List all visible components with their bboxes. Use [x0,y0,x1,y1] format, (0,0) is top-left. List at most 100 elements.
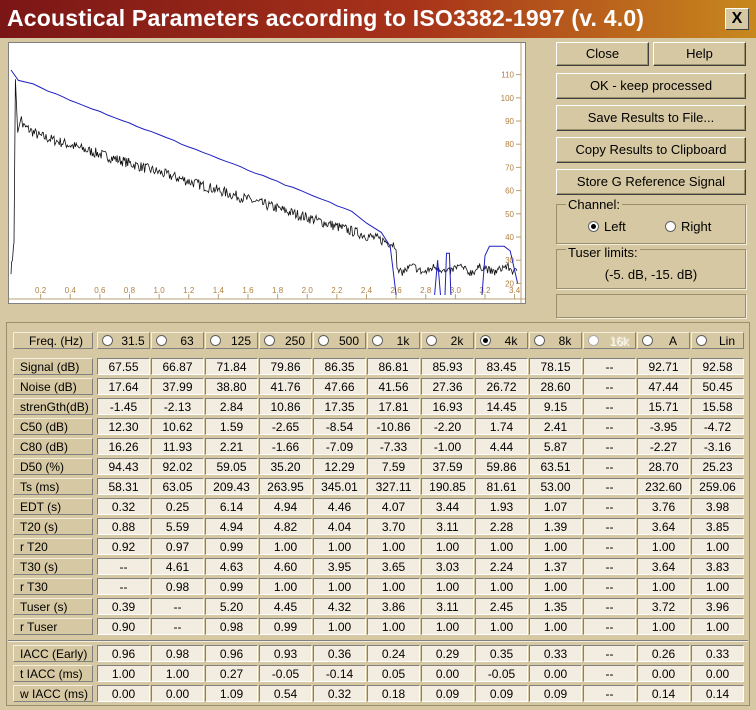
table-cell: 59.86 [475,458,528,475]
close-button[interactable]: Close [556,42,649,66]
table-cell: -8.54 [313,418,366,435]
radio-empty-icon [534,335,545,346]
table-cell: 232.60 [637,478,690,495]
table-cell: -2.27 [637,438,690,455]
table-cell: 41.56 [367,378,420,395]
table-cell: -0.14 [313,665,366,682]
table-cell: 345.01 [313,478,366,495]
freq-radio-250[interactable]: 250 [259,332,312,349]
store-reference-button[interactable]: Store G Reference Signal [556,169,746,195]
help-button[interactable]: Help [653,42,746,66]
table-cell: 37.59 [421,458,474,475]
copy-results-button[interactable]: Copy Results to Clipboard [556,137,746,163]
table-cell: -- [583,665,636,682]
table-cell: 79.86 [259,358,312,375]
table-cell: 3.83 [691,558,744,575]
table-cell: 1.00 [367,618,420,635]
freq-radio-Lin[interactable]: Lin [691,332,744,349]
y-tick-label: 60 [505,187,514,196]
freq-radio-4k[interactable]: 4k [475,332,528,349]
table-cell: 3.86 [367,598,420,615]
table-cell: 1.00 [421,618,474,635]
x-tick-label: 2.0 [302,286,314,295]
table-cell: 12.29 [313,458,366,475]
table-cell: 37.99 [151,378,204,395]
table-cell: 53.00 [529,478,582,495]
decay-curve [10,79,518,277]
title-bar: Acoustical Parameters according to ISO33… [0,0,756,38]
table-cell: 66.87 [151,358,204,375]
table-cell: 1.00 [691,538,744,555]
iacc-row-label: w IACC (ms) [13,685,93,702]
freq-radio-63[interactable]: 63 [151,332,204,349]
table-cell: 3.03 [421,558,474,575]
table-cell: 2.84 [205,398,258,415]
channel-left-radio[interactable]: Left [588,219,626,234]
row-label: EDT (s) [13,498,93,515]
table-cell: 1.59 [205,418,258,435]
x-tick-label: 1.2 [183,286,195,295]
radio-empty-icon [642,335,653,346]
table-cell: 1.00 [475,578,528,595]
table-cell: -3.16 [691,438,744,455]
x-tick-label: 2.8 [420,286,432,295]
y-tick-label: 90 [505,117,514,126]
x-tick-label: 0.6 [94,286,106,295]
table-cell: 4.32 [313,598,366,615]
table-cell: 92.71 [637,358,690,375]
close-window-icon[interactable]: X [725,8,749,30]
table-cell: 35.20 [259,458,312,475]
table-cell: 0.09 [529,685,582,702]
freq-radio-1k[interactable]: 1k [367,332,420,349]
table-cell: 0.00 [691,665,744,682]
freq-radio-8k[interactable]: 8k [529,332,582,349]
table-cell: 1.00 [313,538,366,555]
freq-radio-31.5[interactable]: 31.5 [97,332,150,349]
freq-radio-125[interactable]: 125 [205,332,258,349]
table-cell: -3.95 [637,418,690,435]
table-cell: 1.00 [367,578,420,595]
freq-radio-500[interactable]: 500 [313,332,366,349]
table-cell: 59.05 [205,458,258,475]
freq-radio-A[interactable]: A [637,332,690,349]
table-cell: 10.62 [151,418,204,435]
table-cell: 1.93 [475,498,528,515]
freq-radio-2k[interactable]: 2k [421,332,474,349]
freq-label-4k: 4k [504,334,518,348]
table-cell: -- [97,578,150,595]
table-cell: 0.00 [529,665,582,682]
table-cell: -1.45 [97,398,150,415]
table-cell: 2.28 [475,518,528,535]
table-cell: 28.60 [529,378,582,395]
table-cell: -- [583,558,636,575]
table-cell: 1.00 [97,665,150,682]
table-cell: 0.39 [97,598,150,615]
table-cell: 190.85 [421,478,474,495]
table-cell: 7.59 [367,458,420,475]
table-cell: 50.45 [691,378,744,395]
table-cell: 4.82 [259,518,312,535]
iacc-row-label: t IACC (ms) [13,665,93,682]
row-label: Signal (dB) [13,358,93,375]
save-results-button[interactable]: Save Results to File... [556,105,746,131]
channel-right-radio[interactable]: Right [665,219,711,234]
freq-label: Freq. (Hz) [13,332,93,349]
table-cell: 0.98 [205,618,258,635]
table-cell: 16.26 [97,438,150,455]
table-cell: 1.00 [637,618,690,635]
y-tick-label: 100 [501,94,515,103]
radio-empty-icon [372,335,383,346]
table-cell: 0.32 [313,685,366,702]
table-cell: -7.09 [313,438,366,455]
table-cell: 2.45 [475,598,528,615]
table-cell: -2.20 [421,418,474,435]
table-cell: 3.65 [367,558,420,575]
x-tick-label: 2.2 [331,286,343,295]
store-button-label: Store G Reference Signal [576,174,726,189]
table-cell: 3.70 [367,518,420,535]
table-cell: -1.00 [421,438,474,455]
table-cell: -- [583,378,636,395]
table-cell: -- [583,498,636,515]
ok-keep-processed-button[interactable]: OK - keep processed [556,73,746,99]
table-cell: 0.99 [205,538,258,555]
